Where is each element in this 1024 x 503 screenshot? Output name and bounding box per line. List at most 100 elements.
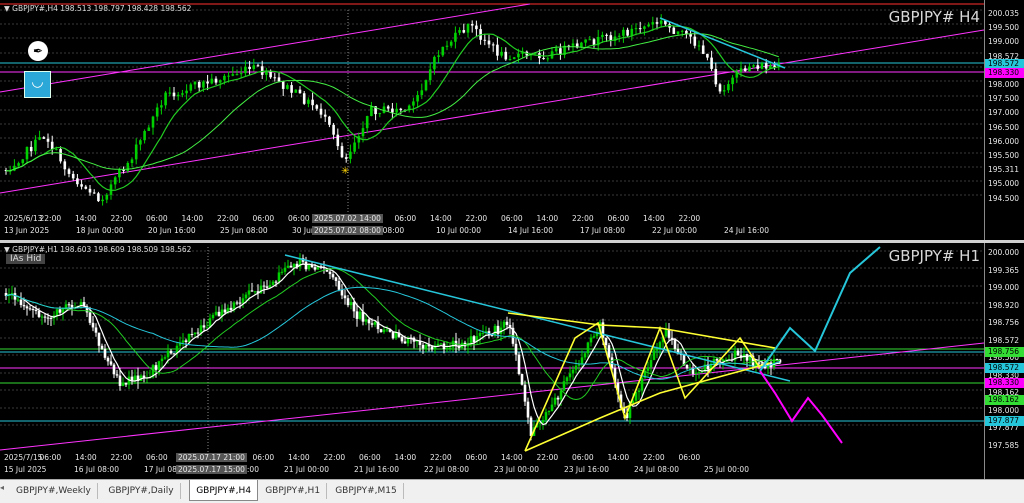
candle-body xyxy=(470,24,474,26)
crosshair-time-label: 2025.07.17 15:00 xyxy=(176,465,247,474)
candle-body xyxy=(42,137,46,139)
candle-body xyxy=(206,81,209,84)
candle-body xyxy=(385,329,389,331)
candle-body xyxy=(541,420,545,423)
candle-body xyxy=(265,286,269,288)
candle-body xyxy=(680,30,684,32)
candle-body xyxy=(451,340,455,348)
candle-body xyxy=(638,28,642,30)
candle-body xyxy=(343,295,347,299)
time-tick: 22:00 xyxy=(678,214,701,223)
candle-body xyxy=(449,41,453,46)
price-tick: 198.000 xyxy=(988,405,1020,415)
candle-body xyxy=(565,377,569,382)
candle-body xyxy=(607,345,611,358)
time-tick: 14:00 xyxy=(430,214,452,223)
candle-body xyxy=(214,311,218,315)
tab-gbpjpy-m15[interactable]: GBPJPY#,M15 xyxy=(329,483,404,499)
candle-body xyxy=(253,291,257,293)
time-tick: 14:00 xyxy=(536,214,559,223)
candle-body xyxy=(706,53,709,58)
candle-body xyxy=(364,319,368,322)
time-tick: 22:00 xyxy=(110,214,133,223)
h1-price-axis[interactable]: 200.000 199.365 199.000 198.920 198.756 198.5… xyxy=(984,243,1024,479)
h4-price-axis[interactable]: 200.035199.500199.000198.572198.330198.0… xyxy=(984,0,1024,240)
candle-body xyxy=(490,335,494,337)
candle-body xyxy=(151,116,155,128)
candle-body xyxy=(84,186,88,189)
h4-chart-canvas[interactable]: ✳ xyxy=(0,0,984,228)
candle-body xyxy=(710,57,713,69)
pen-icon[interactable]: ✒ xyxy=(28,41,48,61)
candle-body xyxy=(370,323,374,325)
candle-body xyxy=(652,350,656,361)
candle-body xyxy=(214,78,218,83)
time-tick: 06:00 xyxy=(678,453,701,462)
candle-body xyxy=(571,369,575,374)
candle-body xyxy=(143,130,146,141)
candle-body xyxy=(147,127,151,131)
candle-body xyxy=(252,65,256,70)
trendline xyxy=(659,17,786,69)
time-tick: 24 Jul 16:00 xyxy=(724,226,769,235)
smile-indicator-icon[interactable]: ◡ xyxy=(24,71,51,98)
candle-body xyxy=(55,149,58,151)
candle-body xyxy=(731,77,734,85)
candle-body xyxy=(239,73,243,75)
crosshair-time-label: 2025.07.17 21:00 xyxy=(176,453,247,462)
candle-body xyxy=(577,364,581,366)
candle-body xyxy=(571,43,575,46)
price-badge: 198.330 xyxy=(985,68,1024,78)
candle-body xyxy=(332,124,335,135)
tab-gbpjpy-weekly[interactable]: GBPJPY#,Weekly xyxy=(10,483,98,499)
price-tick: 198.572 xyxy=(988,335,1020,345)
candle-body xyxy=(323,114,327,117)
candle-body xyxy=(97,332,101,346)
candle-body xyxy=(454,32,457,42)
h1-chart-panel[interactable]: ▼ GBPJPY#,H1 198.603 198.609 198.509 198… xyxy=(0,243,1024,479)
candle-body xyxy=(58,309,62,313)
candle-body xyxy=(462,30,466,33)
candle-body xyxy=(181,340,185,343)
time-tick: 16 Jul 08:00 xyxy=(74,465,119,474)
candle-body xyxy=(130,159,134,164)
tab-gbpjpy-daily[interactable]: GBPJPY#,Daily xyxy=(102,483,181,499)
candle-body xyxy=(386,106,390,109)
h1-chart-canvas[interactable] xyxy=(0,243,984,455)
time-tick: 14:00 xyxy=(501,453,523,462)
candle-body xyxy=(118,375,122,386)
candle-body xyxy=(466,24,470,33)
candle-body xyxy=(227,75,230,77)
tab-gbpjpy-h4[interactable]: GBPJPY#,H4 xyxy=(189,480,259,501)
candle-body xyxy=(67,304,71,306)
time-tick: 22 Jul 08:00 xyxy=(424,465,469,474)
candle-body xyxy=(424,344,428,349)
candle-body xyxy=(391,331,395,339)
candle-body xyxy=(25,146,29,160)
moving-average-line xyxy=(5,33,779,172)
tab-gbpjpy-h1[interactable]: GBPJPY#,H1 xyxy=(259,483,328,499)
h4-header: ▼ GBPJPY#,H4 198.513 198.797 198.428 198… xyxy=(4,4,192,13)
candle-body xyxy=(59,149,62,162)
candle-body xyxy=(382,329,386,333)
candle-body xyxy=(420,90,424,96)
candle-body xyxy=(370,106,373,117)
candle-body xyxy=(344,157,348,159)
moving-average-line xyxy=(5,263,781,426)
hide-ias-button[interactable]: IAs Hid xyxy=(6,254,46,264)
candle-body xyxy=(514,343,518,355)
h4-chart-panel[interactable]: ✳ ▼ GBPJPY#,H4 198.513 198.797 198.428 1… xyxy=(0,0,1024,240)
candle-body xyxy=(483,39,487,41)
candle-body xyxy=(517,354,521,374)
candle-body xyxy=(469,336,473,343)
candle-body xyxy=(395,108,398,113)
candle-body xyxy=(71,173,75,179)
time-tick: 14:00 xyxy=(607,453,630,462)
price-tick: 199.000 xyxy=(988,37,1020,47)
candle-body xyxy=(546,58,550,60)
candle-body xyxy=(328,271,332,275)
candle-body xyxy=(760,63,764,69)
time-tick: 22:00 xyxy=(217,214,239,223)
tab-scroll-left-icon[interactable]: ◂ xyxy=(0,483,8,499)
candle-body xyxy=(113,177,117,185)
